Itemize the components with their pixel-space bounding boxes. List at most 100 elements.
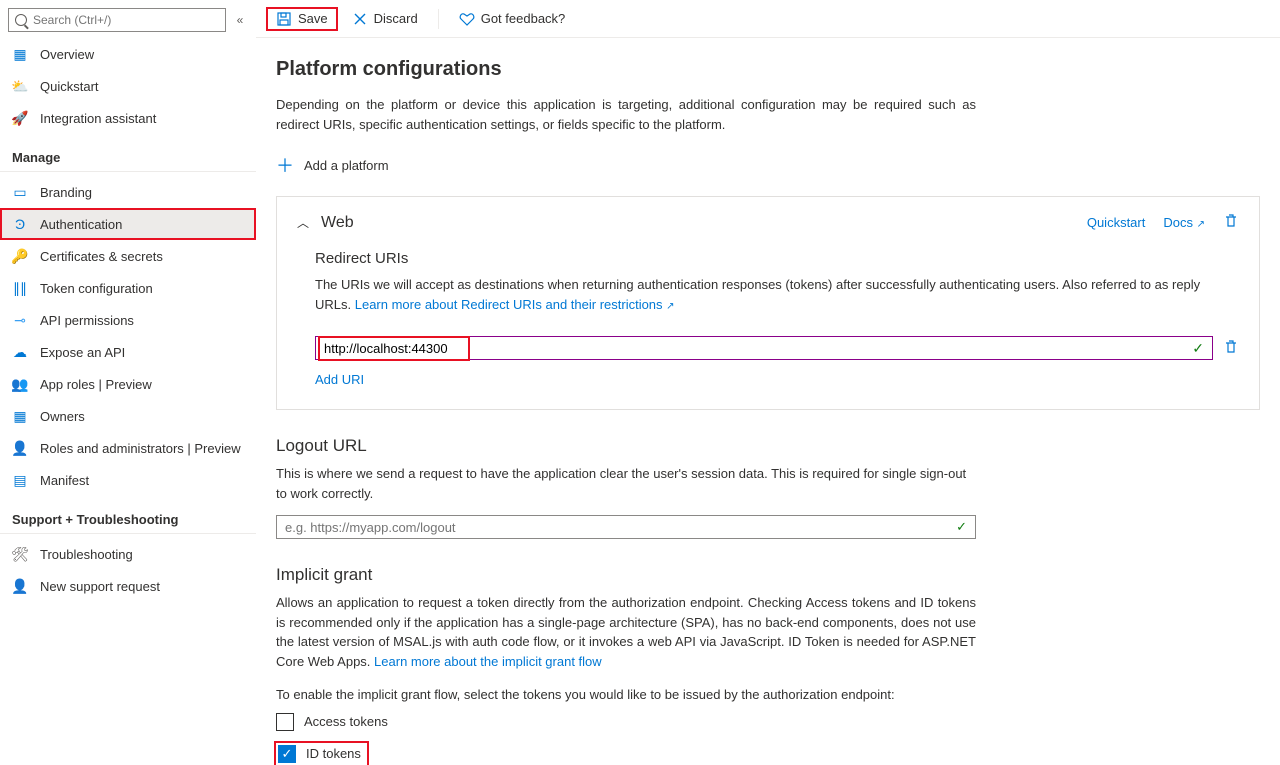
delete-platform-button[interactable] [1223, 213, 1239, 232]
sidebar-item-app-roles[interactable]: 👥 App roles | Preview [0, 368, 256, 400]
search-input[interactable] [8, 8, 226, 32]
access-tokens-checkbox[interactable] [276, 713, 294, 731]
sidebar-section-support: Support + Troubleshooting [0, 496, 256, 534]
implicit-learn-more-link[interactable]: Learn more about the implicit grant flow [374, 654, 602, 669]
nav-label: API permissions [40, 313, 134, 328]
feedback-button[interactable]: Got feedback? [449, 7, 576, 31]
rocket-icon: ⛅ [12, 78, 28, 94]
uri-value-highlight [318, 336, 470, 361]
nav-label: Quickstart [40, 79, 99, 94]
logout-url-input[interactable]: ✓ [276, 515, 976, 539]
card-header: ︿ Web Quickstart Docs ↗ [297, 213, 1239, 232]
external-link-icon: ↗ [1197, 219, 1205, 230]
feedback-label: Got feedback? [481, 11, 566, 26]
cloud-icon: ☁ [12, 344, 28, 360]
web-platform-card: ︿ Web Quickstart Docs ↗ Redirect URIs Th… [276, 196, 1260, 410]
logout-url-field[interactable] [285, 520, 956, 535]
sidebar-item-branding[interactable]: ▭ Branding [0, 176, 256, 208]
add-platform-label: Add a platform [304, 158, 389, 173]
implicit-description: Allows an application to request a token… [276, 593, 976, 671]
nav-label: Authentication [40, 217, 122, 232]
delete-uri-button[interactable] [1223, 339, 1239, 358]
nav-label: Roles and administrators | Preview [40, 441, 241, 456]
sidebar-item-integration-assistant[interactable]: 🚀 Integration assistant [0, 102, 256, 134]
redirect-uris-description: The URIs we will accept as destinations … [297, 275, 1237, 314]
search-row: « [0, 8, 256, 38]
discard-label: Discard [374, 11, 418, 26]
search-field[interactable] [33, 13, 219, 27]
rocket-icon: 🚀 [12, 110, 28, 126]
manifest-icon: ▤ [12, 472, 28, 488]
sidebar-item-certificates-secrets[interactable]: 🔑 Certificates & secrets [0, 240, 256, 272]
main-content: Save Discard Got feedback? Platform conf… [256, 0, 1280, 765]
id-tokens-label: ID tokens [306, 746, 361, 761]
owners-icon: ▦ [12, 408, 28, 424]
card-actions: Quickstart Docs ↗ [1087, 213, 1239, 232]
sidebar-item-new-support-request[interactable]: 👤 New support request [0, 570, 256, 602]
nav-label: Branding [40, 185, 92, 200]
people-icon: 👥 [12, 376, 28, 392]
sidebar-item-expose-api[interactable]: ☁ Expose an API [0, 336, 256, 368]
nav-label: Troubleshooting [40, 547, 133, 562]
sidebar-item-troubleshooting[interactable]: 🛠 Troubleshooting [0, 538, 256, 570]
collapse-sidebar-button[interactable]: « [232, 13, 248, 27]
access-tokens-checkbox-row: Access tokens [276, 713, 976, 731]
sidebar-item-token-configuration[interactable]: ∥∥ Token configuration [0, 272, 256, 304]
nav-label: App roles | Preview [40, 377, 152, 392]
redirect-uri-field[interactable] [324, 341, 464, 356]
redirect-uris-heading: Redirect URIs [297, 250, 1239, 267]
implicit-heading: Implicit grant [276, 565, 976, 585]
sidebar-item-authentication[interactable]: Ͽ Authentication [0, 208, 256, 240]
card-title: Web [321, 214, 354, 232]
id-tokens-checkbox-row: ✓ ID tokens [276, 743, 367, 765]
valid-check-icon: ✓ [1192, 340, 1204, 357]
web-docs-link[interactable]: Docs ↗ [1163, 215, 1205, 230]
sidebar-item-quickstart[interactable]: ⛅ Quickstart [0, 70, 256, 102]
nav-label: New support request [40, 579, 160, 594]
id-tokens-checkbox[interactable]: ✓ [278, 745, 296, 763]
plus-icon: ＋ [276, 152, 294, 178]
heart-icon [459, 11, 475, 27]
implicit-grant-section: Implicit grant Allows an application to … [276, 565, 976, 765]
discard-button[interactable]: Discard [342, 7, 428, 31]
auth-icon: Ͽ [12, 216, 28, 232]
search-icon [15, 14, 27, 26]
valid-check-icon: ✓ [956, 519, 967, 535]
sidebar-item-overview[interactable]: ▦ Overview [0, 38, 256, 70]
permissions-icon: ⊸ [12, 312, 28, 328]
sidebar-item-owners[interactable]: ▦ Owners [0, 400, 256, 432]
save-icon [276, 11, 292, 27]
implicit-enable-text: To enable the implicit grant flow, selec… [276, 685, 976, 705]
sidebar-section-manage: Manage [0, 134, 256, 172]
sidebar: « ▦ Overview ⛅ Quickstart 🚀 Integration … [0, 0, 256, 765]
chevron-up-icon: ︿ [297, 214, 309, 231]
card-title-row[interactable]: ︿ Web [297, 214, 354, 232]
page-title: Platform configurations [276, 58, 1260, 81]
grid-icon: ▦ [12, 46, 28, 62]
add-uri-button[interactable]: Add URI [315, 372, 1239, 387]
logout-heading: Logout URL [276, 436, 976, 456]
page-description: Depending on the platform or device this… [276, 95, 976, 134]
key-icon: 🔑 [12, 248, 28, 264]
web-quickstart-link[interactable]: Quickstart [1087, 215, 1146, 230]
wrench-icon: 🛠 [12, 546, 28, 562]
admin-icon: 👤 [12, 440, 28, 456]
trash-icon [1223, 213, 1239, 229]
close-icon [352, 11, 368, 27]
add-platform-button[interactable]: ＋ Add a platform [276, 152, 1260, 178]
toolbar-separator [438, 9, 439, 29]
nav-label: Manifest [40, 473, 89, 488]
nav-label: Certificates & secrets [40, 249, 163, 264]
sidebar-item-roles-admins[interactable]: 👤 Roles and administrators | Preview [0, 432, 256, 464]
toolbar: Save Discard Got feedback? [256, 0, 1280, 38]
sidebar-item-api-permissions[interactable]: ⊸ API permissions [0, 304, 256, 336]
nav-label: Overview [40, 47, 94, 62]
redirect-uri-input[interactable]: ✓ [315, 336, 1213, 360]
content-scroll[interactable]: Platform configurations Depending on the… [256, 38, 1280, 765]
nav-label: Owners [40, 409, 85, 424]
redirect-learn-more-link[interactable]: Learn more about Redirect URIs and their… [355, 297, 675, 312]
tag-icon: ▭ [12, 184, 28, 200]
sliders-icon: ∥∥ [12, 280, 28, 296]
sidebar-item-manifest[interactable]: ▤ Manifest [0, 464, 256, 496]
save-button[interactable]: Save [266, 7, 338, 31]
